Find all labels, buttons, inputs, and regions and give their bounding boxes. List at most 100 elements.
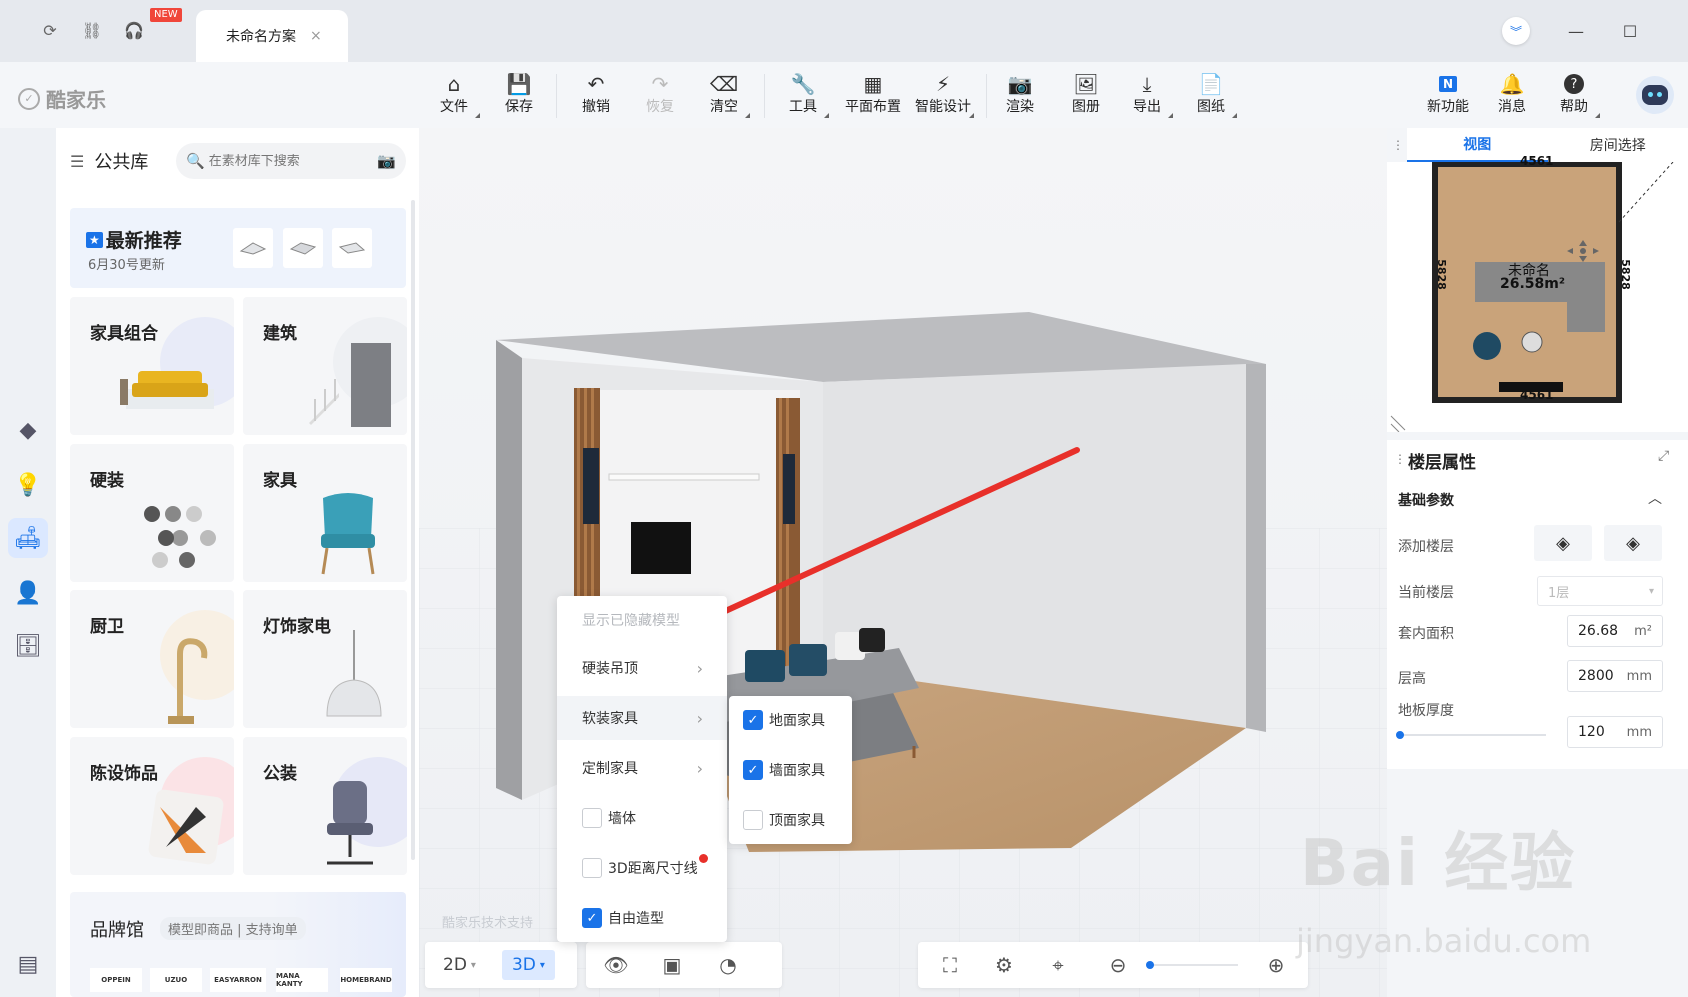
door-illustration xyxy=(309,343,391,427)
fit-view-icon[interactable]: ⛶ xyxy=(928,945,972,985)
recommend-thumb[interactable] xyxy=(233,228,273,268)
list-icon[interactable]: ☰ xyxy=(70,152,84,171)
expand-icon[interactable]: ⤢ xyxy=(1658,448,1669,464)
category-card-furniture[interactable]: 家具 xyxy=(243,444,407,582)
free-model-checkbox[interactable]: ✓ xyxy=(582,908,602,928)
menu-item-hard-ceiling[interactable]: 硬装吊顶 › xyxy=(557,646,727,690)
save-button[interactable]: 💾 保存 xyxy=(489,70,549,124)
toolbar-divider xyxy=(556,74,557,118)
camera-settings-icon[interactable]: ⚙ xyxy=(982,945,1026,985)
person-icon[interactable]: 👤 xyxy=(8,573,48,613)
new-badge: NEW xyxy=(150,8,182,22)
zoom-slider-thumb[interactable] xyxy=(1146,961,1154,969)
maximize-icon[interactable]: ☐ xyxy=(1614,15,1646,47)
cube-icon[interactable]: ▣ xyxy=(650,945,694,985)
headset-icon[interactable]: 🎧 xyxy=(120,16,148,44)
floor-furniture-checkbox[interactable]: ✓ xyxy=(743,710,763,730)
library-scrollbar[interactable] xyxy=(411,200,415,860)
export-icon: ⤓ xyxy=(1142,72,1152,96)
file-button[interactable]: ⌂ 文件 xyxy=(424,70,484,124)
brand-logo[interactable]: HOMEBRAND xyxy=(340,968,392,992)
category-card-lighting[interactable]: 灯饰家电 xyxy=(243,590,407,728)
menu-item-wall[interactable]: 墙体 xyxy=(557,796,727,840)
display-tools-bar: 👁 ▣ ◔ xyxy=(586,942,782,988)
slab-thickness-slider[interactable] xyxy=(1396,731,1546,739)
sofa-icon[interactable]: 🛋 xyxy=(8,518,48,558)
slab-thickness-field[interactable]: 120 mm xyxy=(1567,716,1663,748)
brand-logo[interactable]: EASYARRON xyxy=(210,968,266,992)
brand-logo[interactable]: OPPEIN xyxy=(90,968,142,992)
zoom-out-icon[interactable]: ⊖ xyxy=(1096,945,1140,985)
collapse-chevron-icon[interactable]: ︾ xyxy=(1502,17,1530,45)
focus-icon[interactable]: ⌖ xyxy=(1036,945,1080,985)
cube-layers-icon[interactable]: ◆ xyxy=(8,410,48,450)
menu-item-show-hidden[interactable]: 显示已隐藏模型 xyxy=(557,598,727,642)
menu-item-custom-furniture[interactable]: 定制家具 › xyxy=(557,746,727,790)
drawings-button[interactable]: 📄 图纸 xyxy=(1181,70,1241,124)
document-tab[interactable]: 未命名方案 × xyxy=(196,10,348,62)
gauge-icon[interactable]: ◔ xyxy=(706,945,750,985)
clear-button[interactable]: ⌫ 清空 xyxy=(694,70,754,124)
export-button[interactable]: ⤓ 导出 xyxy=(1117,70,1177,124)
wall-checkbox[interactable] xyxy=(582,808,602,828)
dimension-checkbox[interactable] xyxy=(582,858,602,878)
messages-button[interactable]: 🔔 消息 xyxy=(1482,70,1542,124)
search-input[interactable] xyxy=(208,153,369,169)
brand-logo[interactable]: UZUO xyxy=(150,968,202,992)
link-icon[interactable]: ⛓ xyxy=(78,16,106,44)
add-floor-below-button[interactable]: ◈ xyxy=(1604,525,1662,561)
inner-area-field[interactable]: 26.68 m² xyxy=(1567,615,1663,647)
brand-logo[interactable]: MANA KANTY xyxy=(276,968,328,992)
category-card-kitchen-bath[interactable]: 厨卫 xyxy=(70,590,234,728)
chevron-up-icon[interactable]: ︿ xyxy=(1648,488,1662,508)
render-button[interactable]: 📷 渲染 xyxy=(990,70,1050,124)
redo-button[interactable]: ↷ 恢复 xyxy=(630,70,690,124)
close-tab-icon[interactable]: × xyxy=(310,28,322,44)
new-features-button[interactable]: N 新功能 xyxy=(1418,70,1478,124)
recommend-thumb[interactable] xyxy=(283,228,323,268)
submenu-item-floor[interactable]: ✓ 地面家具 xyxy=(729,696,852,744)
library-search[interactable]: 🔍 📷 xyxy=(176,143,406,179)
submenu-item-ceiling[interactable]: 顶面家具 xyxy=(729,796,852,844)
refresh-icon[interactable]: ⟳ xyxy=(36,16,64,44)
category-card-hardcover[interactable]: 硬装 xyxy=(70,444,234,582)
panel-toggle-icon[interactable]: ▤ xyxy=(8,944,48,984)
user-avatar[interactable] xyxy=(1636,76,1674,114)
current-floor-select[interactable]: 1层 ▾ xyxy=(1537,576,1663,606)
submenu-item-wall[interactable]: ✓ 墙面家具 xyxy=(729,746,852,794)
view-3d-button[interactable]: 3D ▾ xyxy=(501,950,555,980)
floor-plan-icon: ▦ xyxy=(863,72,883,96)
help-button[interactable]: ? 帮助 xyxy=(1544,70,1604,124)
menu-item-3d-dimension[interactable]: 3D距离尺寸线 xyxy=(557,846,727,890)
add-floor-above-button[interactable]: ◈ xyxy=(1534,525,1592,561)
menu-item-free-model[interactable]: ✓ 自由造型 xyxy=(557,896,727,940)
floor-height-field[interactable]: 2800 mm xyxy=(1567,660,1663,692)
category-card-furniture-set[interactable]: 家具组合 xyxy=(70,297,234,435)
camera-search-icon[interactable]: 📷 xyxy=(377,152,396,170)
library-header: ☰ 公共库 xyxy=(70,148,148,174)
category-card-architecture[interactable]: 建筑 xyxy=(243,297,407,435)
minimize-icon[interactable]: — xyxy=(1560,15,1592,47)
menu-item-soft-furniture[interactable]: 软装家具 › xyxy=(557,696,727,740)
category-card-commercial[interactable]: 公装 xyxy=(243,737,407,875)
floor-plan-button[interactable]: ▦ 平面布置 xyxy=(839,70,907,124)
slider-thumb[interactable] xyxy=(1396,731,1404,739)
tools-button[interactable]: 🔧 工具 xyxy=(773,70,833,124)
pillow-illustration xyxy=(148,789,224,865)
category-card-decor[interactable]: 陈设饰品 xyxy=(70,737,234,875)
lightbulb-icon[interactable]: 💡 xyxy=(8,465,48,505)
zoom-in-icon[interactable]: ⊕ xyxy=(1254,945,1298,985)
minimap-dim-bottom: 4561 xyxy=(1520,388,1554,402)
album-button[interactable]: 🖼 图册 xyxy=(1056,70,1116,124)
undo-button[interactable]: ↶ 撤销 xyxy=(566,70,626,124)
eye-icon[interactable]: 👁 xyxy=(594,945,638,985)
recommend-thumb[interactable] xyxy=(332,228,372,268)
cabinet-icon[interactable]: 🗄 xyxy=(8,626,48,666)
app-logo: ✓ 酷家乐 xyxy=(18,84,106,113)
view-2d-button[interactable]: 2D ▾ xyxy=(433,950,486,980)
zoom-slider[interactable] xyxy=(1146,961,1238,969)
smart-design-button[interactable]: ⚡ 智能设计 xyxy=(908,70,978,124)
wall-furniture-checkbox[interactable]: ✓ xyxy=(743,760,763,780)
tab-room-select[interactable]: 房间选择 xyxy=(1548,128,1688,162)
ceiling-furniture-checkbox[interactable] xyxy=(743,810,763,830)
